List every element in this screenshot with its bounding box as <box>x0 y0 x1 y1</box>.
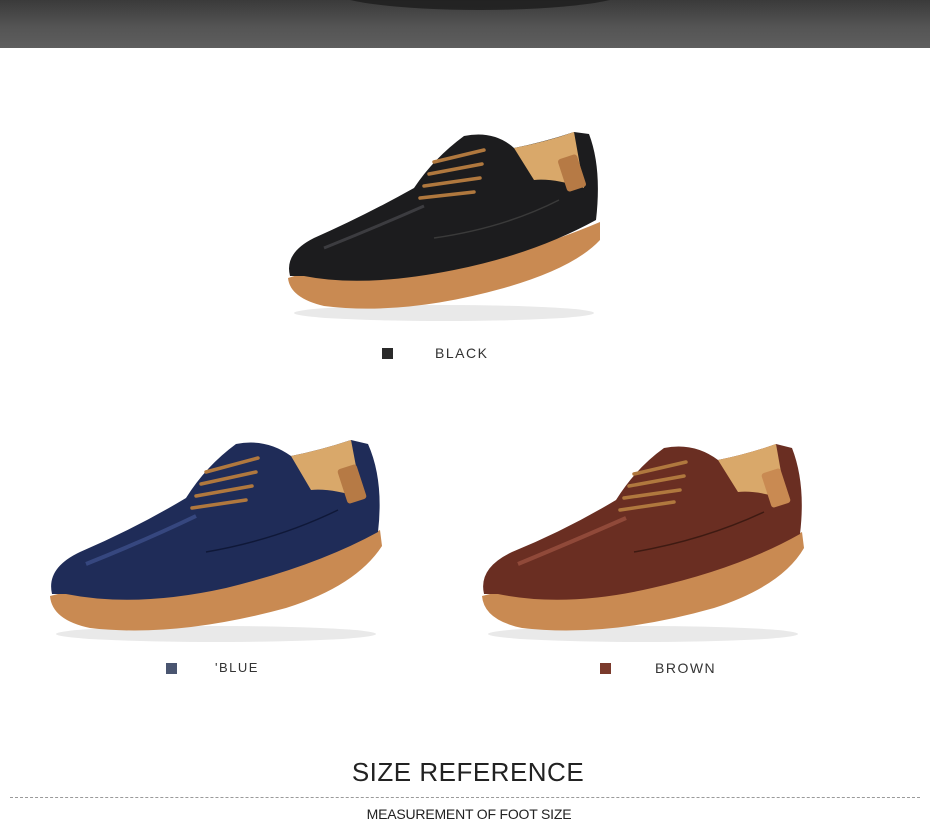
shoe-shadow-decoration <box>330 0 630 10</box>
color-option-blue[interactable]: 'BLUE <box>166 660 286 678</box>
size-reference-subtitle: MEASUREMENT OF FOOT SIZE <box>366 806 572 822</box>
shoe-image-brown <box>478 440 808 645</box>
color-option-black[interactable]: BLACK <box>382 345 502 363</box>
color-label-black: BLACK <box>435 345 489 361</box>
top-banner-image <box>0 0 930 48</box>
color-swatch-brown <box>600 663 611 674</box>
color-label-blue: 'BLUE <box>215 660 259 675</box>
color-label-brown: BROWN <box>655 660 717 676</box>
shoe-image-black <box>284 128 604 323</box>
color-label-blue-text: BLUE <box>218 660 259 675</box>
shoe-image-blue <box>46 436 386 646</box>
color-option-brown[interactable]: BROWN <box>600 660 740 678</box>
color-swatch-black <box>382 348 393 359</box>
section-divider <box>10 797 920 798</box>
size-reference-title: SIZE REFERENCE <box>351 757 585 787</box>
color-swatch-blue <box>166 663 177 674</box>
